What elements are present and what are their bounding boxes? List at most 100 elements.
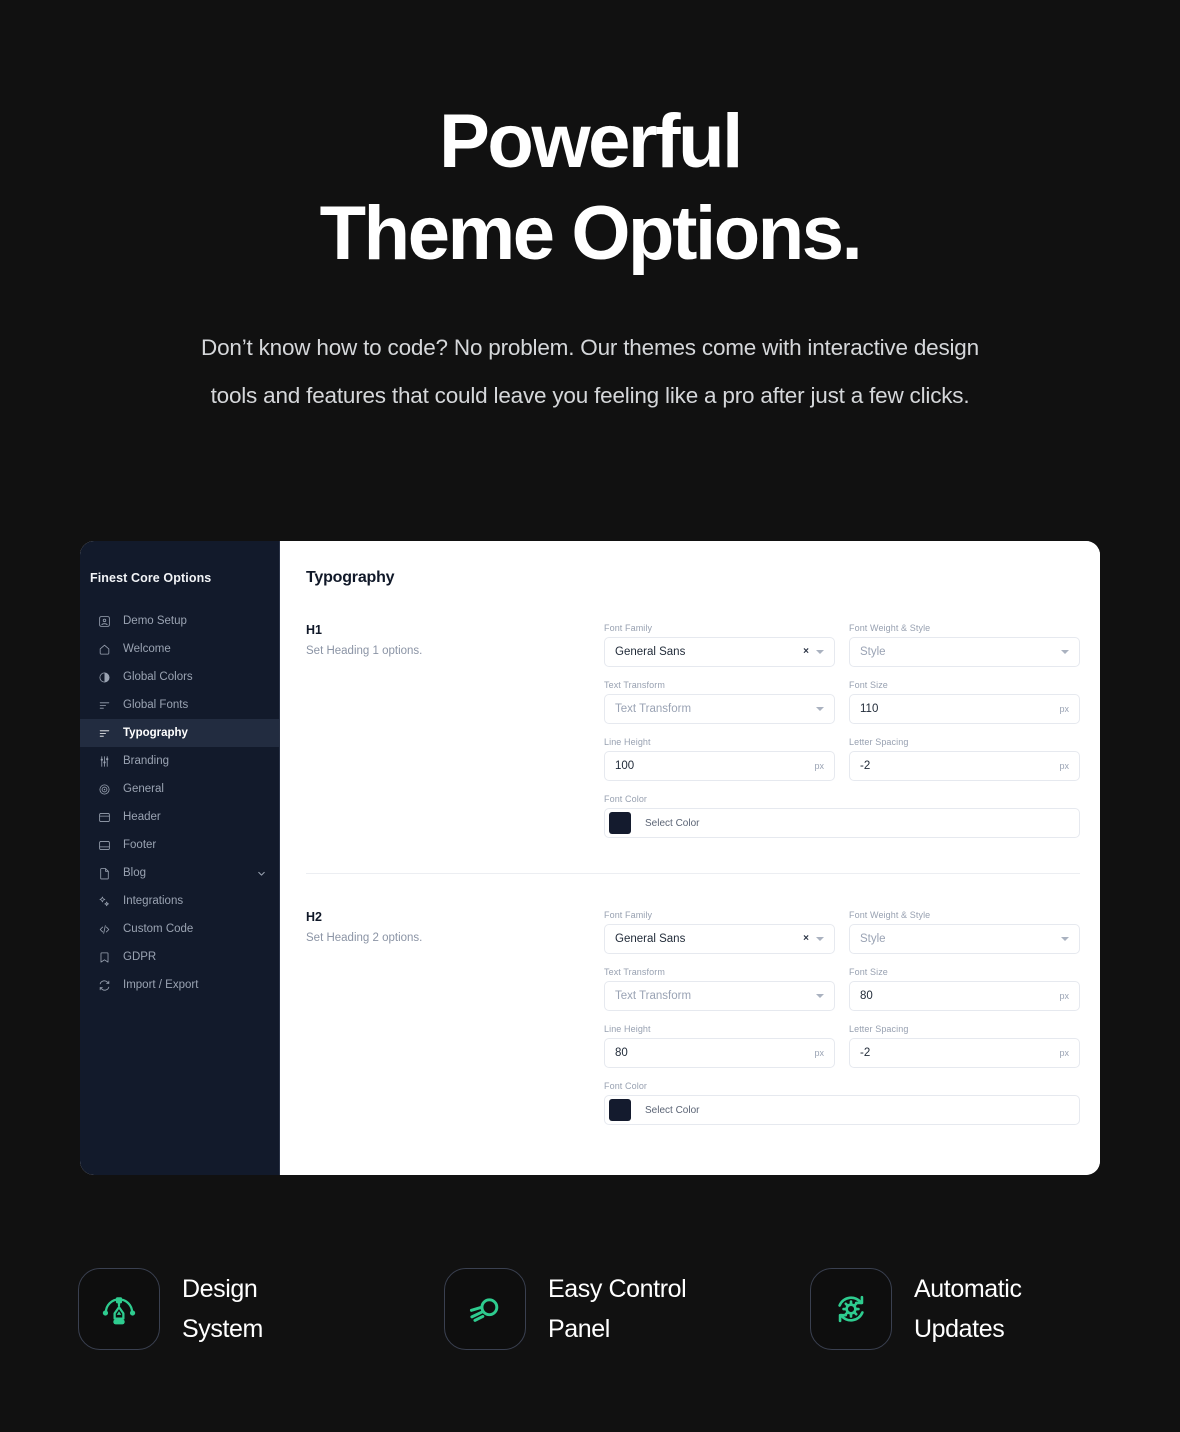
field-row: Font Color Select Color	[604, 794, 1080, 838]
text-transform-field: Text Transform Text Transform	[604, 967, 835, 1011]
font-weight-style-select[interactable]: Style	[849, 924, 1080, 954]
panel-sidebar: Finest Core Options Demo Setup Welcome Glo…	[80, 541, 280, 1175]
home-icon	[98, 643, 111, 656]
text-transform-select[interactable]: Text Transform	[604, 694, 835, 724]
feature-label: Easy Control Panel	[548, 1275, 687, 1343]
sidebar-item-typography[interactable]: Typography	[80, 719, 279, 747]
letter-spacing-input[interactable]: -2 px	[849, 1038, 1080, 1068]
sidebar-item-label: Demo Setup	[123, 615, 187, 627]
text-transform-select[interactable]: Text Transform	[604, 981, 835, 1011]
sidebar-item-header[interactable]: Header	[80, 803, 279, 831]
letter-spacing-field: Letter Spacing -2 px	[849, 737, 1080, 781]
text-transform-value: Text Transform	[615, 990, 692, 1002]
font-weight-style-select[interactable]: Style	[849, 637, 1080, 667]
letter-spacing-value: -2	[860, 760, 871, 772]
sidebar-item-custom-code[interactable]: Custom Code	[80, 915, 279, 943]
font-size-input[interactable]: 80 px	[849, 981, 1080, 1011]
clear-icon[interactable]: ×	[803, 934, 809, 944]
field-row: Text Transform Text Transform Font Size …	[604, 967, 1080, 1011]
panel-content: Typography H1 Set Heading 1 options. Fon…	[280, 541, 1100, 1175]
feature-label: Design System	[182, 1275, 263, 1343]
chevron-down-icon[interactable]	[1061, 650, 1069, 654]
sidebar-item-label: Branding	[123, 755, 170, 767]
font-size-input[interactable]: 110 px	[849, 694, 1080, 724]
font-weight-style-label: Font Weight & Style	[849, 623, 931, 633]
sidebar-item-footer[interactable]: Footer	[80, 831, 279, 859]
feature-label: Automatic Updates	[914, 1275, 1022, 1343]
line-height-input[interactable]: 80 px	[604, 1038, 835, 1068]
field-row: Font Family General Sans × Font Weight &…	[604, 910, 1080, 954]
feature-item: Automatic Updates	[810, 1268, 1022, 1350]
font-weight-style-field: Font Weight & Style Style	[849, 910, 1080, 954]
sidebar-item-blog[interactable]: Blog	[80, 859, 279, 887]
font-color-label: Font Color	[604, 794, 648, 804]
sidebar-item-welcome[interactable]: Welcome	[80, 635, 279, 663]
font-family-label: Font Family	[604, 623, 653, 633]
sidebar-item-label: Header	[123, 811, 161, 823]
text-transform-label: Text Transform	[604, 967, 665, 977]
contrast-icon	[98, 671, 111, 684]
field-row: Line Height 100 px Letter Spacing -2 px	[604, 737, 1080, 781]
font-color-value: Select Color	[645, 1104, 700, 1116]
chevron-down-icon[interactable]	[816, 937, 824, 941]
sidebar-item-branding[interactable]: Branding	[80, 747, 279, 775]
line-height-input[interactable]: 100 px	[604, 751, 835, 781]
letter-spacing-field: Letter Spacing -2 px	[849, 1024, 1080, 1068]
color-swatch[interactable]	[609, 812, 631, 834]
typography-sections: H1 Set Heading 1 options. Font Family Ge…	[306, 587, 1080, 1160]
page-root: Powerful Theme Options. Don’t know how t…	[0, 0, 1180, 1432]
line-height-field: Line Height 100 px	[604, 737, 835, 781]
sparkle-icon	[98, 895, 111, 908]
sidebar-nav: Demo Setup Welcome Global Colors Global Fon…	[80, 607, 279, 999]
section-fields: Font Family General Sans × Font Weight &…	[604, 623, 1080, 851]
sidebar-item-demo-setup[interactable]: Demo Setup	[80, 607, 279, 635]
sidebar-item-integrations[interactable]: Integrations	[80, 887, 279, 915]
sidebar-item-label: Custom Code	[123, 923, 194, 935]
sidebar-item-global-fonts[interactable]: Global Fonts	[80, 691, 279, 719]
sidebar-item-label: Welcome	[123, 643, 171, 655]
feature-item: Easy Control Panel	[444, 1268, 810, 1350]
sidebar-item-gdpr[interactable]: GDPR	[80, 943, 279, 971]
letter-spacing-unit: px	[1059, 761, 1069, 771]
section-description: H1 Set Heading 1 options.	[306, 623, 604, 851]
font-weight-style-label: Font Weight & Style	[849, 910, 931, 920]
letter-spacing-label: Letter Spacing	[849, 737, 909, 747]
chevron-down-icon[interactable]	[816, 650, 824, 654]
field-row: Font Family General Sans × Font Weight &…	[604, 623, 1080, 667]
font-color-label: Font Color	[604, 1081, 648, 1091]
chevron-down-icon[interactable]	[816, 707, 824, 711]
section-heading: H1	[306, 623, 322, 637]
clear-icon[interactable]: ×	[803, 647, 809, 657]
font-family-value: General Sans	[615, 646, 686, 658]
pen-tool-icon	[78, 1268, 160, 1350]
feature-list: Design System Easy Control Panel Automatic…	[78, 1268, 1102, 1350]
font-color-picker[interactable]: Select Color	[604, 1095, 1080, 1125]
line-height-label: Line Height	[604, 737, 651, 747]
footer-layout-icon	[98, 839, 111, 852]
section-heading: H2	[306, 910, 322, 924]
field-row: Text Transform Text Transform Font Size …	[604, 680, 1080, 724]
sidebar-item-label: Import / Export	[123, 979, 199, 991]
font-family-select[interactable]: General Sans ×	[604, 924, 835, 954]
chevron-down-icon[interactable]	[816, 994, 824, 998]
color-swatch[interactable]	[609, 1099, 631, 1121]
sidebar-item-global-colors[interactable]: Global Colors	[80, 663, 279, 691]
text-transform-value: Text Transform	[615, 703, 692, 715]
letter-spacing-input[interactable]: -2 px	[849, 751, 1080, 781]
line-height-label: Line Height	[604, 1024, 651, 1034]
font-color-picker[interactable]: Select Color	[604, 808, 1080, 838]
section-description: H2 Set Heading 2 options.	[306, 910, 604, 1138]
line-height-value: 80	[615, 1047, 628, 1059]
sidebar-item-import-export[interactable]: Import / Export	[80, 971, 279, 999]
sidebar-item-label: General	[123, 783, 164, 795]
chevron-down-icon[interactable]	[256, 868, 267, 879]
letter-spacing-label: Letter Spacing	[849, 1024, 909, 1034]
chevron-down-icon[interactable]	[1061, 937, 1069, 941]
font-family-select[interactable]: General Sans ×	[604, 637, 835, 667]
gear-refresh-icon	[810, 1268, 892, 1350]
document-icon	[98, 867, 111, 880]
page-title: Powerful Theme Options.	[0, 96, 1180, 280]
font-weight-style-value: Style	[860, 646, 886, 658]
bookmark-icon	[98, 951, 111, 964]
sidebar-item-general[interactable]: General	[80, 775, 279, 803]
